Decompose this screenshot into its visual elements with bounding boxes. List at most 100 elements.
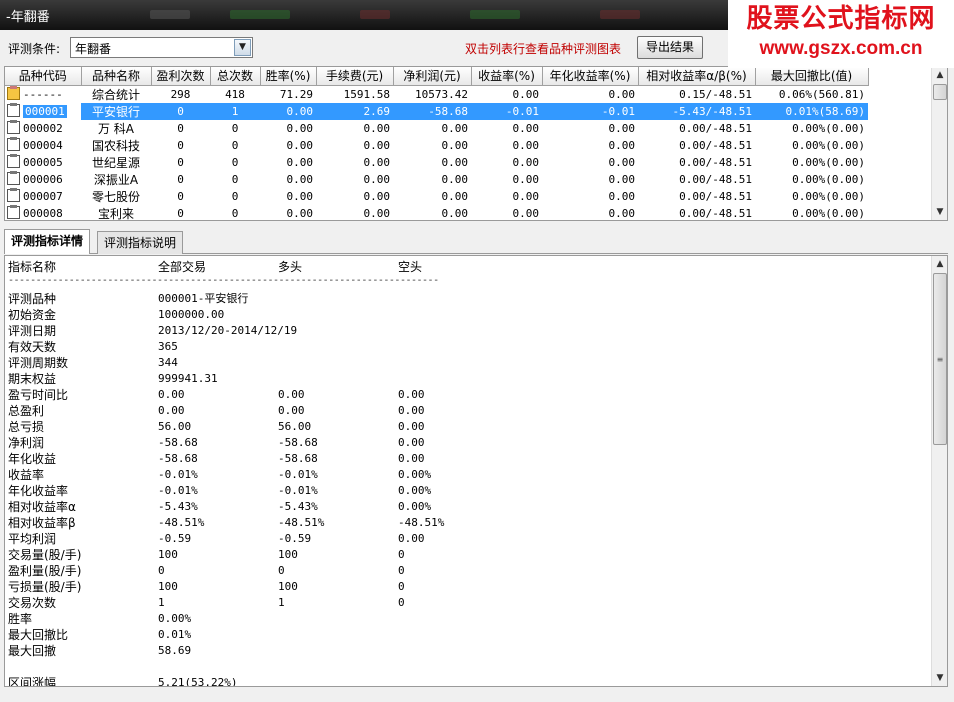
cell-fee: 2.69	[316, 102, 393, 120]
cell-rate: 0.00	[286, 121, 314, 135]
table-row[interactable]: 000002 万 科A 0 0 0.00 0.00 0.00 0.00 0.00 0.00/-48…	[5, 120, 868, 137]
scroll-thumb[interactable]: ≡	[933, 273, 947, 445]
condition-select[interactable]: 年翻番 ▼	[70, 37, 253, 58]
condition-label: 评测条件:	[8, 42, 61, 56]
code-text: 000004	[23, 139, 63, 152]
metric-label: 年化收益率	[8, 484, 69, 498]
metric-value-all: 5.21(53.22%)	[158, 676, 238, 687]
cell-code: 000008	[5, 205, 81, 220]
detail-scrollbar[interactable]: ▲ ≡ ▼	[931, 256, 947, 686]
window-title: -年翻番	[6, 10, 50, 25]
metric-value-long: 0.00	[278, 388, 305, 401]
table-row[interactable]: 000004 国农科技 0 0 0.00 0.00 0.00 0.00 0.00 0.00/-48…	[5, 137, 868, 154]
cell-net: 0.00	[441, 206, 469, 220]
metric-label: 亏损量(股/手)	[8, 580, 82, 594]
metric-label: 盈利量(股/手)	[8, 564, 82, 578]
column-header[interactable]: 净利润(元)	[393, 67, 472, 86]
metric-label: 收益率	[8, 468, 45, 482]
metric-value-all: 1000000.00	[158, 308, 225, 321]
export-button[interactable]: 导出结果	[637, 36, 703, 59]
table-row[interactable]: 000008 宝利来 0 0 0.00 0.00 0.00 0.00 0.00 0.00/-48.…	[5, 205, 868, 220]
scroll-down-icon[interactable]: ▼	[932, 204, 947, 220]
tab-description[interactable]: 评测指标说明	[97, 231, 184, 254]
cell-win: 298	[170, 87, 191, 101]
detail-tabs: 评测指标详情 评测指标说明	[4, 229, 948, 254]
cell-ret: 0.00	[512, 121, 540, 135]
metric-label: 评测品种	[8, 292, 57, 306]
tab-detail[interactable]: 评测指标详情	[4, 229, 91, 254]
metric-label: 平均利润	[8, 532, 57, 546]
grid-header-row: 品种代码 品种名称 盈利次数 总次数 胜率(%) 手续费(元) 净利润(元) 收益率(%) 年化…	[5, 67, 869, 86]
column-header[interactable]: 相对收益率α/β(%)	[638, 67, 756, 86]
metric-value-all: 1	[158, 596, 165, 609]
scroll-down-icon[interactable]: ▼	[932, 670, 947, 686]
table-row[interactable]: 000001 平安银行 0 1 0.00 2.69 -58.68 -0.01 -0.01 -5.4…	[5, 102, 868, 120]
table-row[interactable]: 000006 深振业A 0 0 0.00 0.00 0.00 0.00 0.00 0.00/-48…	[5, 171, 868, 188]
metric-value-all: 100	[158, 548, 178, 561]
cell-rate: 0.00	[286, 172, 314, 186]
cell-annual: -0.01	[542, 102, 638, 120]
cell-rate: 0.00	[286, 206, 314, 220]
metric-label: 最大回撤比	[8, 628, 69, 642]
decor-bar	[230, 10, 290, 19]
cell-rel: 0.00/-48.51	[679, 155, 752, 169]
cell-name: 万 科A	[97, 121, 135, 136]
metric-label: 年化收益	[8, 452, 57, 466]
cell-code: ------	[5, 85, 81, 103]
column-header[interactable]: 最大回撤比(值)	[755, 67, 869, 86]
code-text: 000005	[23, 156, 63, 169]
cell-ret: 0.00	[512, 155, 540, 169]
cell-ret: 0.00	[512, 189, 540, 203]
metric-value-all: 0.00	[158, 388, 185, 401]
metric-value-long: 100	[278, 580, 298, 593]
column-header[interactable]: 手续费(元)	[316, 67, 394, 86]
metric-value-all: 000001-平安银行	[158, 292, 249, 305]
scroll-up-icon[interactable]: ▲	[932, 67, 947, 83]
column-header[interactable]: 品种名称	[81, 67, 152, 86]
metric-value-all: 0	[158, 564, 165, 577]
cell-rel: 0.00/-48.51	[679, 138, 752, 152]
table-row[interactable]: 000005 世纪星源 0 0 0.00 0.00 0.00 0.00 0.00 0.00/-48…	[5, 154, 868, 171]
column-header[interactable]: 胜率(%)	[260, 67, 317, 86]
cell-total: 0	[231, 155, 239, 169]
cell-rate: 0.00	[286, 155, 314, 169]
code-text: 000008	[23, 207, 63, 220]
cell-fee: 0.00	[363, 172, 391, 186]
metric-value-all: 0.00%	[158, 612, 192, 625]
hint-text: 双击列表行查看品种评测图表	[465, 42, 622, 56]
scroll-thumb[interactable]	[933, 84, 947, 100]
cell-total: 418	[225, 87, 245, 101]
metric-value-short: 0.00%	[398, 484, 432, 497]
code-text: 000002	[23, 122, 63, 135]
results-grid[interactable]: 品种代码 品种名称 盈利次数 总次数 胜率(%) 手续费(元) 净利润(元) 收益率(%) 年化…	[4, 66, 948, 221]
column-header[interactable]: 收益率(%)	[471, 67, 543, 86]
grid-scrollbar[interactable]: ▲ ▼	[931, 67, 947, 220]
metric-label: 总亏损	[8, 420, 45, 434]
cell-rate: 0.00	[260, 102, 316, 120]
document-icon	[7, 137, 20, 151]
metric-label: 交易次数	[8, 596, 57, 610]
column-header[interactable]: 总次数	[210, 67, 261, 86]
cell-win: 0	[177, 172, 184, 186]
cell-annual: 0.00	[608, 138, 636, 152]
metric-value-short: 0.00	[398, 388, 425, 401]
table-row[interactable]: ------ 综合统计 298 418 71.29 1591.58 10573.42 0.00…	[5, 85, 868, 103]
cell-win: 0	[177, 138, 184, 152]
metric-value-all: -48.51%	[158, 516, 205, 529]
metric-label: 总盈利	[8, 404, 45, 418]
column-header[interactable]: 盈利次数	[151, 67, 211, 86]
metric-value-long: -58.68	[278, 436, 318, 449]
chevron-down-icon[interactable]: ▼	[234, 39, 251, 56]
cell-win: 0	[177, 155, 184, 169]
metric-label: 最大回撤	[8, 644, 57, 658]
cell-fee: 0.00	[363, 121, 391, 135]
cell-annual: 0.00	[608, 121, 636, 135]
header-short: 空头	[398, 260, 423, 274]
metric-value-long: -58.68	[278, 452, 318, 465]
column-header[interactable]: 品种代码	[5, 67, 82, 86]
table-row[interactable]: 000007 零七股份 0 0 0.00 0.00 0.00 0.00 0.00 0.00/-48…	[5, 188, 868, 205]
code-text: 000006	[23, 173, 63, 186]
cell-code: 000004	[5, 137, 81, 154]
column-header[interactable]: 年化收益率(%)	[542, 67, 639, 86]
scroll-up-icon[interactable]: ▲	[932, 256, 947, 272]
